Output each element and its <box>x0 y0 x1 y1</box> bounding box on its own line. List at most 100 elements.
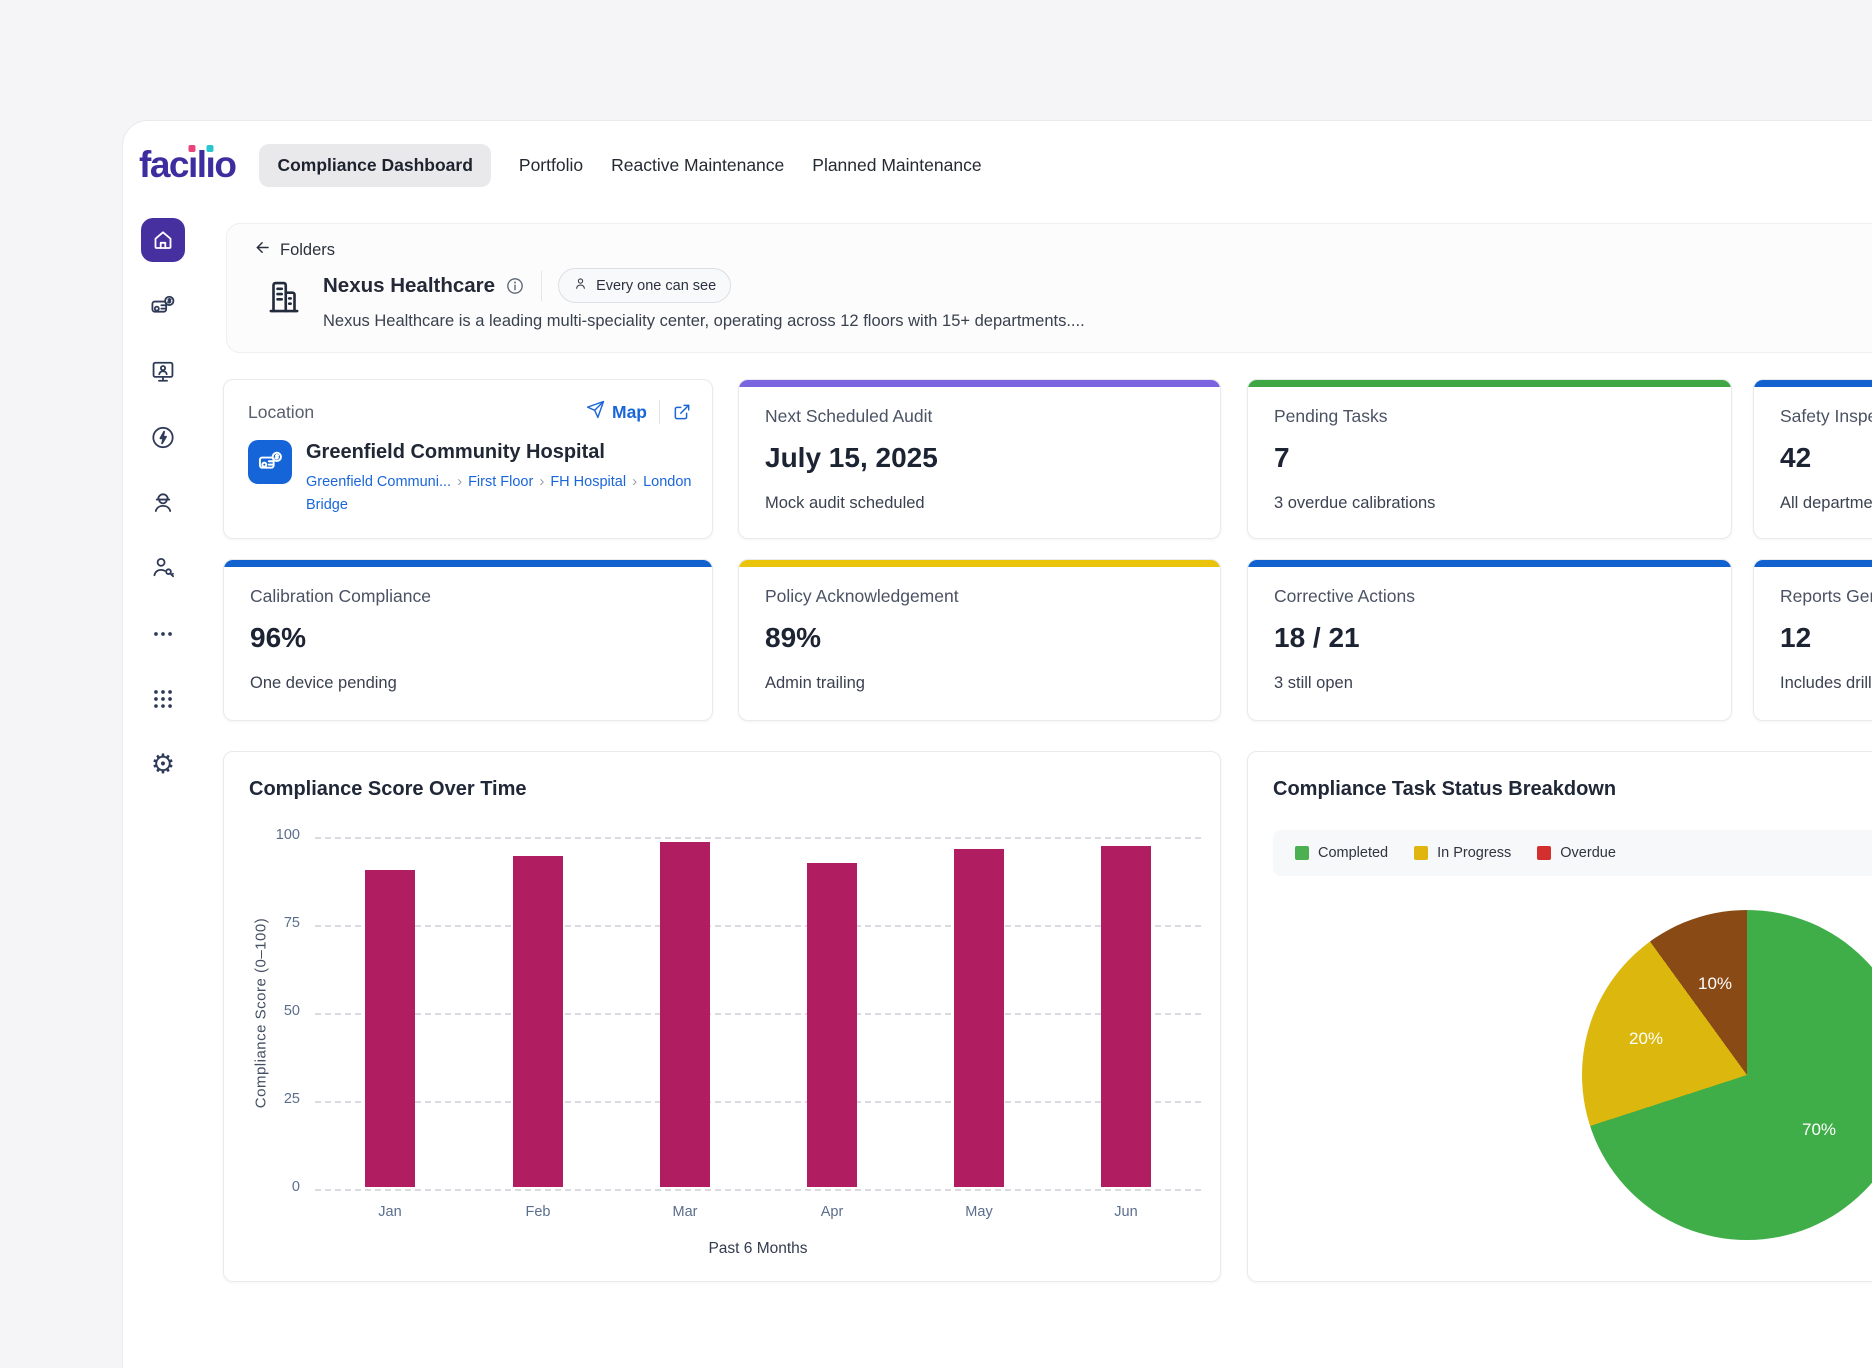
x-axis-tick: Feb <box>508 1204 568 1220</box>
breadcrumb-item[interactable]: Greenfield Communi... <box>306 474 451 490</box>
legend-item-overdue: Overdue <box>1537 845 1616 861</box>
y-axis-tick: 0 <box>224 1179 300 1195</box>
card-accent-bar <box>739 560 1220 567</box>
stat-value: 7 <box>1274 442 1290 474</box>
stat-label: Safety Inspections <box>1780 406 1872 427</box>
gridline <box>315 1101 1201 1103</box>
card-accent-bar <box>224 560 712 567</box>
monitor-person-icon <box>150 358 177 385</box>
page-background: facılıo Compliance Dashboard Portfolio R… <box>0 0 1872 1368</box>
legend-swatch <box>1537 846 1551 860</box>
chevron-right-icon: › <box>539 473 544 490</box>
stat-label: Pending Tasks <box>1274 406 1388 427</box>
stat-subtext: Includes drill reports <box>1780 674 1872 693</box>
map-link-label: Map <box>612 402 647 423</box>
nav-tab-compliance-dashboard[interactable]: Compliance Dashboard <box>259 144 490 187</box>
bar-chart-title: Compliance Score Over Time <box>249 778 527 801</box>
bar-rect <box>954 849 1004 1187</box>
sidebar-item-apps[interactable] <box>150 686 176 712</box>
nav-tabs: Compliance Dashboard Portfolio Reactive … <box>259 144 981 187</box>
x-axis-tick: Mar <box>655 1204 715 1220</box>
legend-label: In Progress <box>1437 845 1511 861</box>
y-axis-label: Compliance Score (0–100) <box>253 918 270 1108</box>
worker-icon <box>150 489 177 516</box>
person-icon <box>573 276 588 295</box>
stat-card-safety-inspections: Safety Inspections 42 All departments <box>1753 379 1872 539</box>
card-accent-bar <box>1754 380 1872 387</box>
stat-label: Policy Acknowledgement <box>765 586 959 607</box>
header-divider <box>541 271 542 301</box>
nav-tab-planned-maintenance[interactable]: Planned Maintenance <box>812 155 981 176</box>
card-accent-bar <box>1754 560 1872 567</box>
sidebar-item-more[interactable] <box>150 621 176 647</box>
chevron-right-icon: › <box>457 473 462 490</box>
back-label: Folders <box>280 241 335 260</box>
stat-value: July 15, 2025 <box>765 442 938 474</box>
location-name: Greenfield Community Hospital <box>306 441 713 464</box>
entity-header-panel: Folders Nexus Healthcare Every one can s… <box>226 223 1872 353</box>
nav-tab-portfolio[interactable]: Portfolio <box>519 155 583 176</box>
legend-item-completed: Completed <box>1295 845 1388 861</box>
sidebar-item-settings[interactable]: ⚙ <box>151 751 175 778</box>
stat-label: Reports Generated <box>1780 586 1872 607</box>
stat-label: Next Scheduled Audit <box>765 406 932 427</box>
pie-chart-card: Compliance Task Status Breakdown Complet… <box>1247 751 1872 1282</box>
person-key-icon <box>150 554 177 581</box>
x-axis-tick: May <box>949 1204 1009 1220</box>
map-link[interactable]: Map <box>586 400 647 424</box>
breadcrumb-item[interactable]: FH Hospital <box>550 474 626 490</box>
pie-slice-label-overdue: 10% <box>1698 974 1732 994</box>
x-axis-tick: Jun <box>1096 1204 1156 1220</box>
arrow-left-icon <box>253 238 272 262</box>
card-accent-bar <box>1248 380 1731 387</box>
sidebar-item-home[interactable] <box>141 218 185 262</box>
stat-value: 42 <box>1780 442 1811 474</box>
sidebar-item-vendors[interactable] <box>150 554 177 581</box>
bar-rect <box>807 863 857 1187</box>
nav-tab-reactive-maintenance[interactable]: Reactive Maintenance <box>611 155 784 176</box>
sidebar-item-kiosk[interactable] <box>150 358 177 385</box>
bar-rect <box>365 870 415 1187</box>
bar-rect <box>513 856 563 1187</box>
stat-value: 96% <box>250 622 306 654</box>
y-axis-tick: 100 <box>224 827 300 843</box>
chevron-right-icon: › <box>632 473 637 490</box>
pie-legend: Completed In Progress Overdue <box>1273 830 1872 876</box>
stat-label: Corrective Actions <box>1274 586 1415 607</box>
stat-subtext: All departments <box>1780 494 1872 513</box>
breadcrumb-item[interactable]: First Floor <box>468 474 533 490</box>
back-to-folders[interactable]: Folders <box>253 238 335 262</box>
stat-card-reports-generated: Reports Generated 12 Includes drill repo… <box>1753 559 1872 721</box>
pie-slice-label-in-progress: 20% <box>1629 1029 1663 1049</box>
stat-subtext: Mock audit scheduled <box>765 494 925 513</box>
gridline <box>315 1189 1201 1191</box>
visibility-badge: Every one can see <box>558 268 731 303</box>
x-axis-label: Past 6 Months <box>315 1240 1201 1258</box>
external-link-icon[interactable] <box>672 402 692 422</box>
sidebar-item-workforce[interactable] <box>150 489 177 516</box>
gridline <box>315 1013 1201 1015</box>
gridline <box>315 837 1201 839</box>
stat-subtext: 3 overdue calibrations <box>1274 494 1435 513</box>
stat-card-pending-tasks: Pending Tasks 7 3 overdue calibrations <box>1247 379 1732 539</box>
ellipsis-icon <box>150 621 176 647</box>
stat-label: Calibration Compliance <box>250 586 431 607</box>
sidebar-item-energy[interactable] <box>150 424 177 451</box>
gear-icon: ⚙ <box>151 751 175 778</box>
stat-subtext: 3 still open <box>1274 674 1353 693</box>
stat-value: 89% <box>765 622 821 654</box>
actions-divider <box>659 400 660 424</box>
building-icon <box>263 274 305 325</box>
breadcrumb: Greenfield Communi... › First Floor › FH Hos… <box>306 470 713 517</box>
legend-swatch <box>1295 846 1309 860</box>
sidebar-item-assets[interactable] <box>150 293 177 320</box>
bar-chart-card: Compliance Score Over Time 100 75 50 25 … <box>223 751 1221 1282</box>
x-axis-tick: Apr <box>802 1204 862 1220</box>
location-asset-icon <box>248 440 292 484</box>
pie-slice-label-completed: 70% <box>1802 1120 1836 1140</box>
location-card-label: Location <box>248 402 314 423</box>
bar-rect <box>660 842 710 1187</box>
legend-swatch <box>1414 846 1428 860</box>
app-container: facılıo Compliance Dashboard Portfolio R… <box>122 120 1872 1368</box>
info-icon[interactable] <box>505 276 525 296</box>
